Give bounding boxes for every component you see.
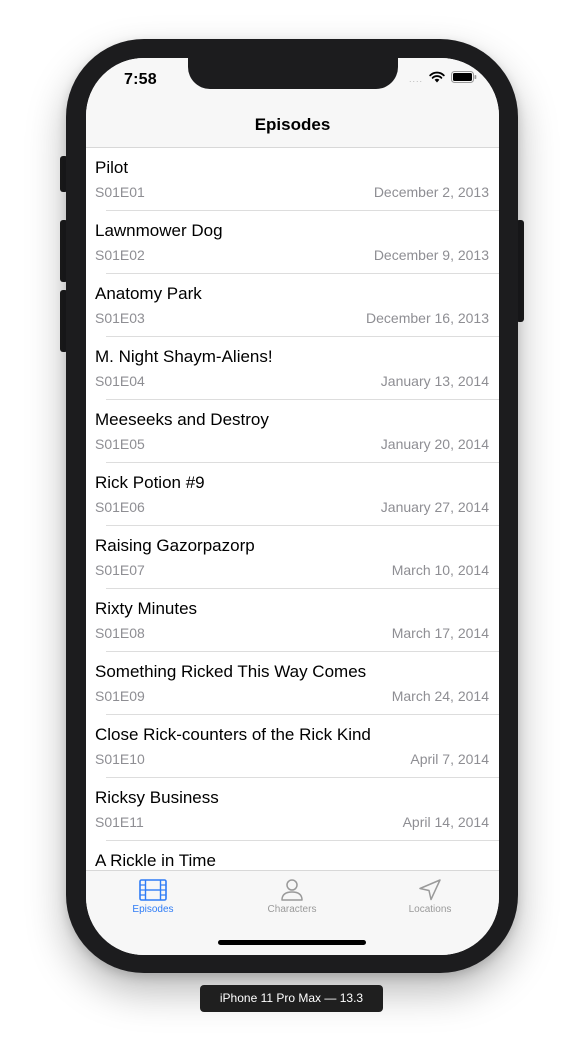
episode-air-date: December 2, 2013 <box>373 184 489 200</box>
episode-code: S01E05 <box>95 436 145 452</box>
list-item[interactable]: Rick Potion #9 S01E06 January 27, 2014 <box>86 463 499 526</box>
episode-air-date: January 27, 2014 <box>380 499 489 515</box>
episode-title: Anatomy Park <box>95 284 202 303</box>
episode-air-date: April 7, 2014 <box>410 751 489 767</box>
episode-code: S01E02 <box>95 247 145 263</box>
list-item[interactable]: Close Rick-counters of the Rick Kind S01… <box>86 715 499 778</box>
battery-icon <box>451 70 477 88</box>
episode-code: S01E10 <box>95 751 145 767</box>
notch <box>188 58 398 89</box>
tab-episodes-label: Episodes <box>132 904 174 915</box>
episode-air-date: December 9, 2013 <box>373 247 489 263</box>
episode-title: Pilot <box>95 158 129 177</box>
list-item[interactable]: M. Night Shaym-Aliens! S01E04 January 13… <box>86 337 499 400</box>
episode-code: S01E07 <box>95 562 145 578</box>
episode-list[interactable]: Pilot S01E01 December 2, 2013 Lawnmower … <box>86 148 499 870</box>
episode-code: S01E01 <box>95 184 145 200</box>
episode-title: Rixty Minutes <box>95 599 198 618</box>
episode-air-date: January 20, 2014 <box>380 436 489 452</box>
tab-locations-label: Locations <box>408 904 452 915</box>
episode-title: Meeseeks and Destroy <box>95 410 269 429</box>
list-item[interactable]: Lawnmower Dog S01E02 December 9, 2013 <box>86 211 499 274</box>
tab-characters[interactable]: Characters <box>237 879 347 923</box>
episode-title: Close Rick-counters of the Rick Kind <box>95 725 371 744</box>
device-label: iPhone 11 Pro Max — 13.3 <box>200 985 383 1012</box>
signal-icon: .... <box>408 74 423 84</box>
episode-code: S01E06 <box>95 499 145 515</box>
episode-title: Something Ricked This Way Comes <box>95 662 367 681</box>
status-indicators: .... <box>408 70 477 88</box>
tab-characters-label: Characters <box>267 904 317 915</box>
page-title: Episodes <box>254 115 331 134</box>
episode-code: S01E03 <box>95 310 145 326</box>
episode-air-date: March 17, 2014 <box>391 625 489 641</box>
status-time: 7:58 <box>124 71 157 88</box>
phone-screen: 7:58 .... Episodes Pilot S01E01 December… <box>86 58 499 955</box>
episode-title: Lawnmower Dog <box>95 221 223 240</box>
list-item[interactable]: A Rickle in Time <box>86 841 499 870</box>
person-icon <box>237 879 347 901</box>
episode-code: S01E11 <box>95 814 144 830</box>
location-arrow-icon <box>375 879 485 901</box>
episode-title: Ricksy Business <box>95 788 219 807</box>
tab-episodes[interactable]: Episodes <box>98 879 208 923</box>
home-indicator[interactable] <box>218 940 366 945</box>
episode-title: A Rickle in Time <box>95 851 216 870</box>
episode-air-date: January 13, 2014 <box>380 373 489 389</box>
list-item[interactable]: Anatomy Park S01E03 December 16, 2013 <box>86 274 499 337</box>
episode-air-date: December 16, 2013 <box>366 310 489 326</box>
tab-locations[interactable]: Locations <box>375 879 485 923</box>
episode-code: S01E08 <box>95 625 145 641</box>
list-item[interactable]: Rixty Minutes S01E08 March 17, 2014 <box>86 589 499 652</box>
episode-air-date: April 14, 2014 <box>402 814 489 830</box>
list-item[interactable]: Meeseeks and Destroy S01E05 January 20, … <box>86 400 499 463</box>
episode-code: S01E04 <box>95 373 145 389</box>
list-item[interactable]: Ricksy Business S01E11 April 14, 2014 <box>86 778 499 841</box>
episode-air-date: March 24, 2014 <box>391 688 489 704</box>
wifi-icon <box>429 70 445 88</box>
list-item[interactable]: Something Ricked This Way Comes S01E09 M… <box>86 652 499 715</box>
simulator-window: 7:58 .... Episodes Pilot S01E01 December… <box>0 0 584 1048</box>
episode-title: Raising Gazorpazorp <box>95 536 255 555</box>
film-icon <box>98 879 208 901</box>
episode-code: S01E09 <box>95 688 145 704</box>
navigation-bar: 7:58 .... Episodes <box>86 58 499 148</box>
episode-title: Rick Potion #9 <box>95 473 205 492</box>
episode-air-date: March 10, 2014 <box>391 562 489 578</box>
list-item[interactable]: Raising Gazorpazorp S01E07 March 10, 201… <box>86 526 499 589</box>
episode-title: M. Night Shaym-Aliens! <box>95 347 273 366</box>
list-item[interactable]: Pilot S01E01 December 2, 2013 <box>86 148 499 211</box>
